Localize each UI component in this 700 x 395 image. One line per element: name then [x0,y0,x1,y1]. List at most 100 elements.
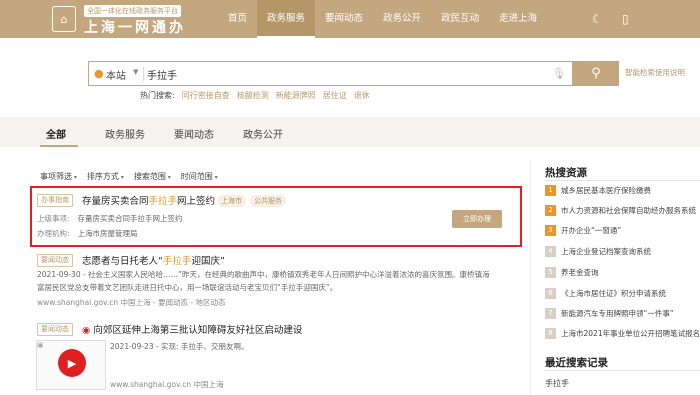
column-divider [530,160,531,395]
scope-select[interactable]: 本站 [106,67,126,82]
logo-icon[interactable]: ⌂ [52,6,76,32]
tab-news[interactable]: 要闻动态 [174,126,214,141]
hot-resource-label: 上海市2021年事业单位公开招聘笔试报名 [561,329,700,338]
title-text: 迎国庆” [191,256,225,267]
search-button[interactable]: ⚲ [573,61,619,86]
play-icon[interactable]: ▶ [58,349,86,377]
rank-number: 6 [545,288,556,299]
hot-resource-label: 市人力资源和社会保障自助经办服务系统 [561,206,696,215]
hot-search-item[interactable]: 退休 [354,90,370,101]
hot-resource-label: 养老金查询 [561,268,599,277]
rank-number: 7 [545,308,556,319]
nav-services[interactable]: 政务服务 [257,0,316,38]
hot-resource-label: 上海企业登记档案查询系统 [561,247,651,256]
title-text: 向郊区延伸上海第三批认知障碍友好社区启动建设 [93,325,303,336]
title-highlight: 手拉手 [148,196,178,207]
hot-searches: 热门搜索: 同行密接自查 核酸检测 新能源牌照 居住证 退休 [140,90,370,101]
hot-resource-item[interactable]: 8 上海市2021年事业单位公开招聘笔试报名 [545,328,700,339]
nav-shanghai[interactable]: 走进上海 [489,0,547,38]
handling-agency: 办理机构: 上海市房屋管理局 [37,228,138,239]
meta-label: 上级事项: [37,214,70,223]
result-title-link[interactable]: 志愿者与日托老人“手拉手迎国庆” [82,253,225,267]
result-snippet: 2021-09-23 - 实现: 手拉手、交朋友啊。 [110,342,249,351]
platform-tag: 全国一体化在线政务服务平台 [84,5,181,17]
rank-number: 1 [545,185,556,196]
recent-search-item[interactable]: 手拉手 [545,378,569,389]
region-tag: 上海市 [217,195,246,207]
title-highlight: 手拉手 [162,256,192,267]
site-title[interactable]: 上海一网通办 [84,17,186,37]
meta-value: 存量房买卖合同手拉手网上签约 [77,214,183,223]
tab-public[interactable]: 政务公开 [243,126,283,141]
filter-bar: 事项筛选 排序方式 搜索范围 时间范围 [40,171,218,182]
active-tab-indicator [40,145,78,147]
hot-resource-label: 城乡居民基本医疗保险缴费 [561,186,651,195]
filter-sort[interactable]: 排序方式 [87,171,124,182]
hot-resource-item[interactable]: 5 养老金查询 [545,267,599,278]
search-box: ● 本站 ▼ 🎙 [88,61,573,86]
divider [545,180,700,181]
search-input[interactable] [147,65,547,83]
microphone-icon[interactable]: 🎙 [552,67,566,80]
hot-resource-label: 开办企业“一窗通” [561,226,622,235]
nav-interaction[interactable]: 政民互动 [431,0,489,38]
hot-resource-label: 新能源汽车专用牌照申领“一件事” [561,309,674,318]
meta-value: 上海市房屋管理局 [77,229,138,238]
rank-number: 3 [545,225,556,236]
rank-number: 4 [545,246,556,257]
result-title-link[interactable]: ◉ 向郊区延伸上海第三批认知障碍友好社区启动建设 [82,322,302,336]
meta-label: 办理机构: [37,229,70,238]
nav-home[interactable]: 首页 [218,0,257,38]
image-placeholder-icon: ▣ [37,341,44,349]
hot-resource-item[interactable]: 3 开办企业“一窗通” [545,225,621,236]
result-snippet: 2021-09-30 - 社会主义国家人民哈哈……”昨天，在经典的歌曲声中，康桥… [37,270,490,279]
hot-resource-item[interactable]: 2 市人力资源和社会保障自助经办服务系统 [545,205,696,216]
hot-resources-title: 热搜资源 [545,167,587,179]
hot-search-label: 热门搜索: [140,91,175,100]
filter-scope[interactable]: 搜索范围 [134,171,171,182]
recent-search-title: 最近搜索记录 [545,357,608,369]
dark-mode-icon[interactable]: ☾ [592,12,603,26]
search-help-link[interactable]: 智能检索使用说明 [625,67,685,78]
hot-resource-item[interactable]: 7 新能源汽车专用牌照申领“一件事” [545,308,674,319]
hot-resource-item[interactable]: 1 城乡居民基本医疗保险缴费 [545,185,651,196]
hot-search-item[interactable]: 同行密接自查 [182,90,230,101]
hot-resource-item[interactable]: 6 《上海市居住证》积分申请系统 [545,288,666,299]
title-text: 志愿者与日托老人“ [82,256,163,267]
filter-time[interactable]: 时间范围 [181,171,218,182]
search-icon: ⚲ [591,66,601,81]
result-badge: 办事指南 [37,194,73,207]
category-tag: 公共服务 [250,195,286,207]
parent-item: 上级事项: 存量房买卖合同手拉手网上签约 [37,213,183,224]
nav-public[interactable]: 政务公开 [373,0,431,38]
chevron-down-icon[interactable]: ▼ [133,68,138,76]
rank-number: 8 [545,328,556,339]
apply-now-button[interactable]: 立即办理 [452,210,502,228]
title-text: 网上签约 [177,196,216,207]
rank-number: 5 [545,267,556,278]
divider [143,67,144,81]
result-badge: 要闻动态 [37,323,73,336]
title-text: 存量房买卖合同 [82,196,149,207]
divider [545,370,700,371]
tab-all[interactable]: 全部 [46,126,66,141]
hot-search-item[interactable]: 核酸检测 [237,90,269,101]
hot-search-item[interactable]: 居住证 [323,90,347,101]
main-nav: 首页 政务服务 要闻动态 政务公开 政民互动 走进上海 [218,0,547,38]
alert-icon: ◉ [82,325,94,336]
hot-search-item[interactable]: 新能源牌照 [276,90,316,101]
result-url[interactable]: www.shanghai.gov.cn 中国上海 [110,379,224,390]
location-icon[interactable]: ● [94,67,104,80]
mobile-icon[interactable]: ▯ [622,12,629,26]
result-snippet: 富居民区党总支带着文艺团队走进日托中心，用一场联谊活动与老宝贝们“手拉手迎国庆”… [37,283,338,292]
filter-item-type[interactable]: 事项筛选 [40,171,77,182]
top-header: ⌂ 全国一体化在线政务服务平台 上海一网通办 首页 政务服务 要闻动态 政务公开… [0,0,700,38]
hot-resource-label: 《上海市居住证》积分申请系统 [561,289,666,298]
nav-news[interactable]: 要闻动态 [315,0,373,38]
result-url[interactable]: www.shanghai.gov.cn 中国上海 - 要闻动态 - 地区动态 [37,297,225,308]
result-title-link[interactable]: 存量房买卖合同手拉手网上签约 [82,193,215,207]
hot-resource-item[interactable]: 4 上海企业登记档案查询系统 [545,246,651,257]
result-badge: 要闻动态 [37,254,73,267]
rank-number: 2 [545,205,556,216]
tab-services[interactable]: 政务服务 [105,126,145,141]
